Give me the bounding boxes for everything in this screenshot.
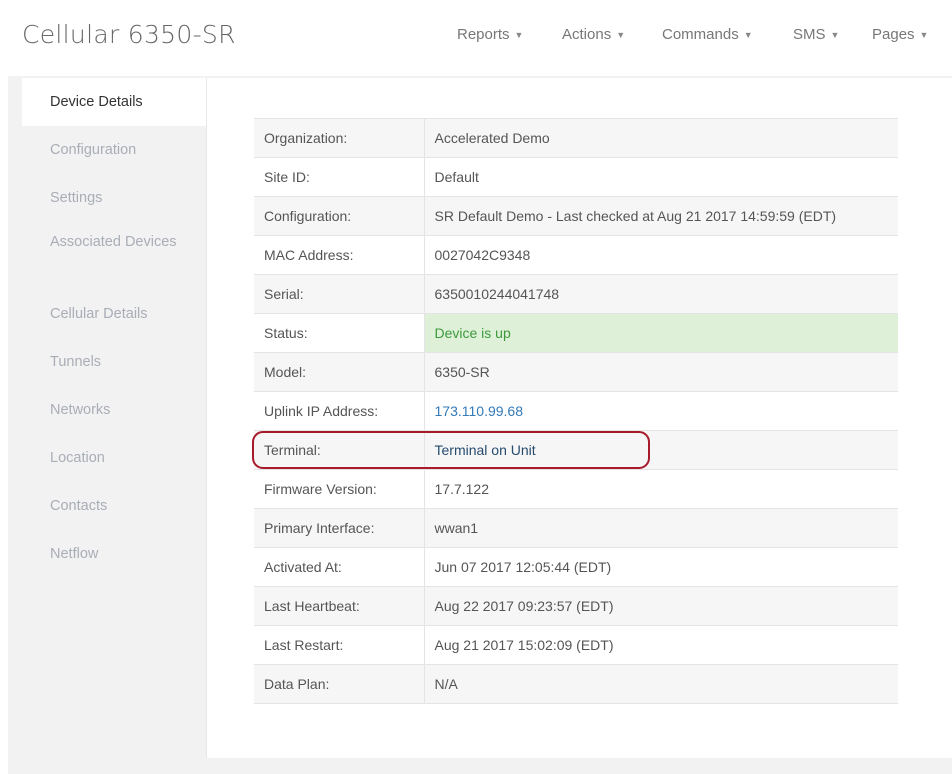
status-value: Device is up [424, 313, 898, 353]
sidebar-item-settings[interactable]: Settings [22, 174, 206, 222]
row-value: 17.7.122 [424, 469, 898, 509]
table-row: Terminal: Terminal on Unit [254, 430, 898, 470]
table-row: Configuration: SR Default Demo - Last ch… [254, 196, 898, 236]
table-row: Primary Interface: wwan1 [254, 508, 898, 548]
table-row: Status: Device is up [254, 313, 898, 353]
nav-label: Pages [872, 26, 915, 43]
sidebar: Device Details Configuration Settings As… [22, 78, 206, 578]
row-value: N/A [424, 664, 898, 704]
row-value: Jun 07 2017 12:05:44 (EDT) [424, 547, 898, 587]
nav-label: SMS [793, 26, 826, 43]
caret-down-icon: ▼ [616, 30, 626, 40]
row-value: 0027042C9348 [424, 235, 898, 275]
row-value: SR Default Demo - Last checked at Aug 21… [424, 196, 898, 236]
row-value: 6350-SR [424, 352, 898, 392]
table-row: Model: 6350-SR [254, 352, 898, 392]
table-row: Uplink IP Address: 173.110.99.68 [254, 391, 898, 431]
sidebar-item-cellular-details[interactable]: Cellular Details [22, 290, 206, 338]
sidebar-item-netflow[interactable]: Netflow [22, 530, 206, 578]
row-value: Accelerated Demo [424, 118, 898, 158]
table-row: Last Restart: Aug 21 2017 15:02:09 (EDT) [254, 625, 898, 665]
top-nav: Reports ▼ Actions ▼ Commands ▼ SMS ▼ Pages ▼ [0, 26, 952, 46]
row-value: Default [424, 157, 898, 197]
row-label: Model: [254, 352, 425, 392]
sidebar-item-device-details[interactable]: Device Details [22, 78, 206, 126]
row-label: Serial: [254, 274, 425, 314]
sidebar-item-contacts[interactable]: Contacts [22, 482, 206, 530]
uplink-ip-link[interactable]: 173.110.99.68 [435, 403, 524, 419]
row-value: wwan1 [424, 508, 898, 548]
sidebar-item-networks[interactable]: Networks [22, 386, 206, 434]
app-header: Cellular 6350-SR Reports ▼ Actions ▼ Comma… [0, 0, 952, 76]
row-label: Organization: [254, 118, 425, 158]
nav-label: Commands [662, 26, 739, 43]
row-label: Configuration: [254, 196, 425, 236]
caret-down-icon: ▼ [514, 30, 524, 40]
table-row: Activated At: Jun 07 2017 12:05:44 (EDT) [254, 547, 898, 587]
row-value-cell: 173.110.99.68 [424, 391, 898, 431]
nav-commands-menu[interactable]: Commands ▼ [662, 26, 753, 43]
row-label: Data Plan: [254, 664, 425, 704]
table-row: Site ID: Default [254, 157, 898, 197]
device-details-table: Organization: Accelerated Demo Site ID: … [254, 118, 898, 704]
table-row: Last Heartbeat: Aug 22 2017 09:23:57 (ED… [254, 586, 898, 626]
row-value: Aug 22 2017 09:23:57 (EDT) [424, 586, 898, 626]
row-label: Uplink IP Address: [254, 391, 425, 431]
nav-reports-menu[interactable]: Reports ▼ [457, 26, 523, 43]
nav-pages-menu[interactable]: Pages ▼ [872, 26, 928, 43]
caret-down-icon: ▼ [830, 30, 840, 40]
terminal-on-unit-link[interactable]: Terminal on Unit [435, 442, 536, 458]
row-label: Last Heartbeat: [254, 586, 425, 626]
row-value: 6350010244041748 [424, 274, 898, 314]
row-label: Last Restart: [254, 625, 425, 665]
table-row: Serial: 6350010244041748 [254, 274, 898, 314]
table-row: MAC Address: 0027042C9348 [254, 235, 898, 275]
row-label: Primary Interface: [254, 508, 425, 548]
sidebar-item-tunnels[interactable]: Tunnels [22, 338, 206, 386]
row-label: Activated At: [254, 547, 425, 587]
row-label: Status: [254, 313, 425, 353]
table-row: Data Plan: N/A [254, 664, 898, 704]
content-wrapper: Device Details Configuration Settings As… [8, 76, 952, 774]
row-value-cell: Terminal on Unit [424, 430, 898, 470]
sidebar-item-location[interactable]: Location [22, 434, 206, 482]
row-label: Site ID: [254, 157, 425, 197]
table-row: Organization: Accelerated Demo [254, 118, 898, 158]
table-row: Firmware Version: 17.7.122 [254, 469, 898, 509]
nav-sms-menu[interactable]: SMS ▼ [793, 26, 839, 43]
row-label: Terminal: [254, 430, 425, 470]
nav-label: Reports [457, 26, 510, 43]
nav-actions-menu[interactable]: Actions ▼ [562, 26, 625, 43]
row-label: MAC Address: [254, 235, 425, 275]
caret-down-icon: ▼ [919, 30, 929, 40]
device-details-panel: Organization: Accelerated Demo Site ID: … [206, 78, 952, 758]
row-label: Firmware Version: [254, 469, 425, 509]
sidebar-item-associated-devices[interactable]: Associated Devices [22, 222, 206, 290]
row-value: Aug 21 2017 15:02:09 (EDT) [424, 625, 898, 665]
caret-down-icon: ▼ [743, 30, 753, 40]
nav-label: Actions [562, 26, 612, 43]
sidebar-item-configuration[interactable]: Configuration [22, 126, 206, 174]
